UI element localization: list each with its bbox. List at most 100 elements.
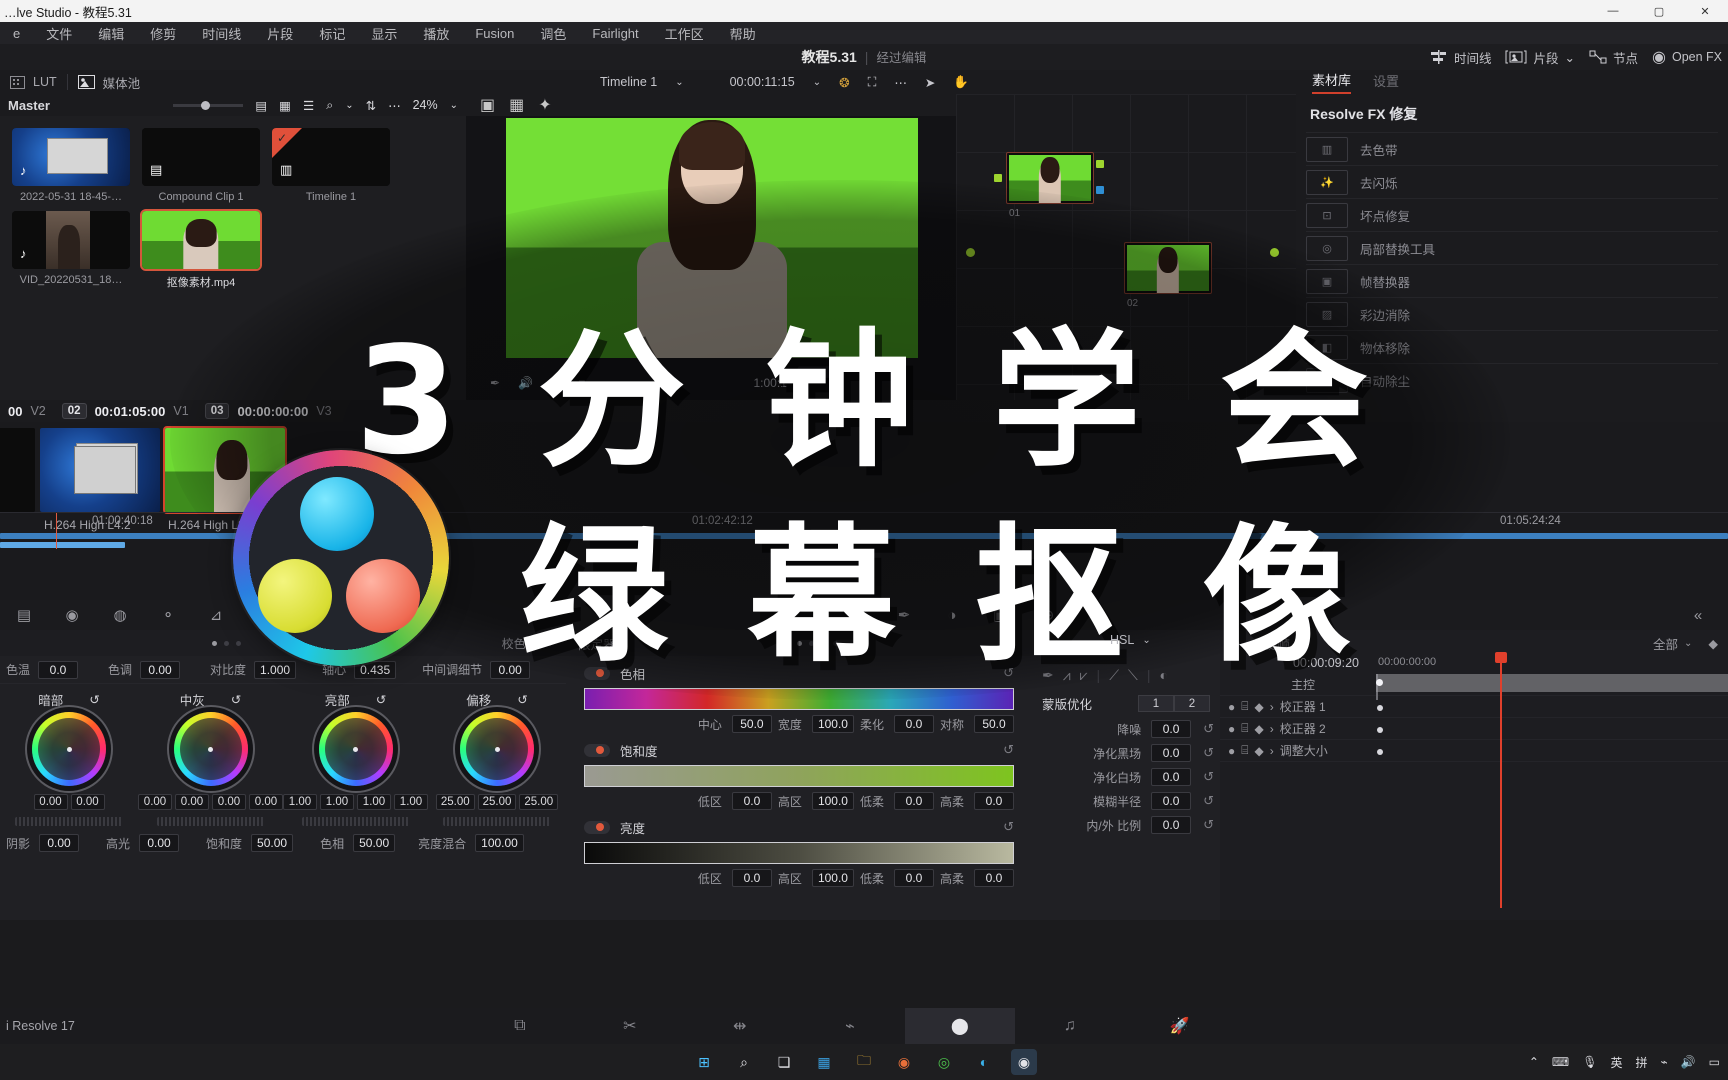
wheel-value[interactable]: 0.00 <box>34 794 68 810</box>
keyframe-row-corrector1[interactable]: ● ⌸ ◆ › 校正器 1 <box>1220 696 1728 718</box>
qualifier-mode-selector[interactable]: HSL ⌄ <box>1110 633 1151 647</box>
param-value-highlight[interactable]: 0.00 <box>139 834 179 852</box>
chrome-icon[interactable]: ◎ <box>931 1049 957 1075</box>
minimize-button[interactable]: — <box>1590 0 1636 22</box>
wheel-value[interactable]: 1.00 <box>283 794 317 810</box>
sort-icon[interactable]: ⇅ <box>366 98 376 113</box>
menu-item-edit[interactable]: 编辑 <box>85 24 137 43</box>
color-warper-icon[interactable]: ⚬ <box>144 600 192 630</box>
expand-icon[interactable]: › <box>1270 722 1274 736</box>
picker-icon[interactable]: ✒ <box>1042 667 1054 684</box>
split-view-icon[interactable]: ▣ <box>480 95 495 115</box>
wheel-value[interactable]: 0.00 <box>249 794 283 810</box>
node-input-port[interactable] <box>994 174 1002 182</box>
param-value-middetail[interactable]: 0.00 <box>490 661 530 679</box>
wheel-value[interactable]: 1.00 <box>357 794 391 810</box>
keyframe-dot-corrector1[interactable] <box>1377 705 1383 711</box>
edit-page-icon[interactable]: ⇹ <box>685 1008 795 1044</box>
hue-center-value[interactable]: 50.0 <box>732 715 772 733</box>
luminance-toggle[interactable] <box>584 821 610 834</box>
hue-width-value[interactable]: 100.0 <box>812 715 854 733</box>
param-value-temp[interactable]: 0.0 <box>38 661 78 679</box>
stop-icon[interactable]: ■ <box>578 376 585 390</box>
keyframe-playhead[interactable] <box>1500 652 1502 908</box>
media-pool-button[interactable]: 媒体池 <box>68 73 151 92</box>
track-v1[interactable]: 02 00:01:05:00 V1 <box>54 403 197 419</box>
timeline-view-button[interactable]: 时间线 <box>1430 48 1492 67</box>
edge-icon[interactable]: ◐ <box>971 1049 997 1075</box>
sat-high-value[interactable]: 100.0 <box>812 792 854 810</box>
keyframe-row-sizing[interactable]: ● ⌸ ◆ › 调整大小 <box>1220 740 1728 762</box>
wheel-slider[interactable] <box>157 817 265 826</box>
menu-item-clip[interactable]: 片段 <box>254 24 306 43</box>
keyframe-dot-sizing[interactable] <box>1377 749 1383 755</box>
picker-plus-icon[interactable]: ⩗ <box>1080 667 1088 684</box>
node-01[interactable]: 01 <box>1006 152 1094 204</box>
source-node-port[interactable] <box>966 248 975 257</box>
denoise-value[interactable]: 0.0 <box>1151 720 1191 738</box>
window-icon[interactable]: ▣ <box>976 600 1024 630</box>
battery-icon[interactable]: ▭ <box>1709 1055 1720 1069</box>
menu-item-fusion[interactable]: Fusion <box>462 26 527 41</box>
deliver-page-icon[interactable]: 🚀 <box>1125 1008 1235 1044</box>
wheel-value[interactable]: 25.00 <box>436 794 475 810</box>
close-button[interactable]: ✕ <box>1682 0 1728 22</box>
reset-icon[interactable]: ↺ <box>376 692 386 707</box>
wheel-value[interactable]: 0.00 <box>71 794 105 810</box>
tracker-icon[interactable]: ⊕ <box>1024 600 1072 630</box>
lock-icon[interactable]: ⌸ <box>1241 743 1248 758</box>
firefox-icon[interactable]: ◉ <box>891 1049 917 1075</box>
color-wheel-control[interactable] <box>174 712 248 786</box>
clean-white-value[interactable]: 0.0 <box>1151 768 1191 786</box>
media-item-4[interactable]: 抠像素材.mp4 <box>142 211 260 290</box>
softness-minus-icon[interactable]: ⟋ <box>1109 667 1119 684</box>
lock-icon[interactable]: ⌸ <box>1241 699 1248 714</box>
reset-icon[interactable]: ↺ <box>1203 817 1214 833</box>
keyframe-master-bar[interactable] <box>1376 674 1728 692</box>
visibility-icon[interactable]: ● <box>1228 700 1235 714</box>
keyframes-filter-label[interactable]: 全部 <box>1653 634 1678 653</box>
visibility-icon[interactable]: ● <box>1228 744 1235 758</box>
palette-icon[interactable]: ▤ <box>0 600 48 630</box>
invert-icon[interactable]: ◐ <box>1159 667 1167 684</box>
timeline-clip-0[interactable] <box>40 428 160 512</box>
fx-item-6[interactable]: ◧ 物体移除 <box>1306 330 1718 363</box>
widgets-icon[interactable]: ▦ <box>811 1049 837 1075</box>
node-02[interactable]: 02 <box>1124 242 1212 294</box>
primaries-icon[interactable]: ◉ <box>48 600 96 630</box>
lum-high-value[interactable]: 100.0 <box>812 869 854 887</box>
chevron-down-icon[interactable]: ⌄ <box>675 77 683 88</box>
hue-sym-value[interactable]: 50.0 <box>974 715 1014 733</box>
keyframe-dot-corrector2[interactable] <box>1377 727 1383 733</box>
grid-view-icon[interactable]: ▦ <box>509 95 524 115</box>
mask-tab-2[interactable]: 2 <box>1174 695 1210 712</box>
reset-icon[interactable]: ↺ <box>517 692 527 707</box>
keyframe-marker-icon[interactable]: ◆ <box>1708 636 1718 651</box>
diamond-icon[interactable]: ◆ <box>1254 744 1263 758</box>
saturation-toggle[interactable] <box>584 744 610 757</box>
param-value-saturation[interactable]: 50.00 <box>251 834 293 852</box>
file-explorer-icon[interactable]: 🗀 <box>851 1049 877 1075</box>
timeline-playhead[interactable] <box>56 513 57 549</box>
menu-item-timeline[interactable]: 时间线 <box>189 24 254 43</box>
prev-frame-icon[interactable]: ◀ <box>551 376 560 390</box>
menu-item-color[interactable]: 调色 <box>527 24 579 43</box>
reset-icon[interactable]: ↺ <box>1203 721 1214 737</box>
keyboard-icon[interactable]: ⌨ <box>1552 1055 1569 1069</box>
fx-item-3[interactable]: ◎ 局部替换工具 <box>1306 231 1718 264</box>
wifi-icon[interactable]: ⌁ <box>1660 1055 1667 1069</box>
color-wheels-mode[interactable]: 校色轮 <box>502 635 538 652</box>
tab-effects-library[interactable]: 素材库 <box>1312 70 1351 94</box>
menu-item-file[interactable]: 文件 <box>33 24 85 43</box>
clip-view-button[interactable]: 片段 ⌄ <box>1505 48 1575 67</box>
expand-icon[interactable]: › <box>1270 700 1274 714</box>
sat-highsoft-value[interactable]: 0.0 <box>974 792 1014 810</box>
wheel-value[interactable]: 1.00 <box>394 794 428 810</box>
fx-item-1[interactable]: ✨ 去闪烁 <box>1306 165 1718 198</box>
mask-tab-1[interactable]: 1 <box>1138 695 1174 712</box>
fx-item-4[interactable]: ▣ 帧替换器 <box>1306 264 1718 297</box>
menu-item-fairlight[interactable]: Fairlight <box>579 26 651 41</box>
wheel-value[interactable]: 1.00 <box>320 794 354 810</box>
wheel-slider[interactable] <box>302 817 410 826</box>
param-value-contrast[interactable]: 1.000 <box>254 661 296 679</box>
